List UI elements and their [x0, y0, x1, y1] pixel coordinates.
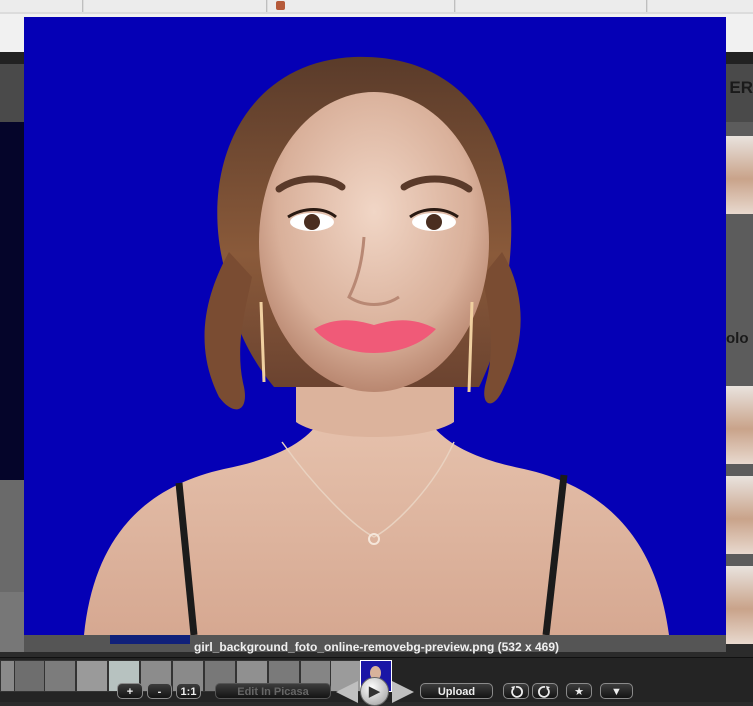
navigation-arrows: ▶ [336, 676, 414, 706]
page-thumbnail[interactable] [726, 386, 753, 464]
page-left-lower-panel [0, 480, 24, 592]
page-thumbnail[interactable] [726, 566, 753, 644]
tab-favicon-icon [276, 1, 285, 10]
rotate-right-icon [538, 686, 550, 698]
rotate-left-icon [511, 686, 523, 698]
page-header-text: ER [729, 78, 753, 97]
browser-tab[interactable] [456, 0, 647, 12]
browser-tab[interactable] [84, 0, 267, 12]
zoom-out-button[interactable]: - [147, 683, 172, 699]
star-button[interactable]: ★ [566, 683, 592, 699]
lightbox-image[interactable] [24, 17, 726, 635]
edit-in-picasa-button[interactable]: Edit In Picasa [215, 683, 331, 699]
play-icon: ▶ [368, 683, 381, 700]
previous-image-arrow-icon[interactable] [336, 681, 358, 703]
browser-tab[interactable] [268, 0, 455, 12]
page-thumbnail[interactable] [726, 136, 753, 214]
browser-tab[interactable] [0, 0, 83, 12]
page-thumbnail[interactable] [726, 476, 753, 554]
play-slideshow-button[interactable]: ▶ [360, 677, 389, 706]
next-image-arrow-icon[interactable] [392, 681, 414, 703]
actual-size-button[interactable]: 1:1 [176, 683, 201, 699]
upload-button[interactable]: Upload [420, 683, 493, 699]
browser-tab-strip [0, 0, 753, 14]
browser-tab[interactable] [648, 0, 753, 12]
image-filename-caption: girl_background_foto_online-removebg-pre… [194, 640, 559, 654]
chevron-down-icon: ▼ [611, 686, 622, 698]
rotate-right-button[interactable] [532, 683, 558, 699]
more-options-button[interactable]: ▼ [600, 683, 633, 699]
zoom-in-button[interactable]: + [117, 683, 143, 699]
star-icon: ★ [574, 686, 584, 698]
portrait-photo [24, 17, 726, 635]
page-right-label: olo [726, 330, 749, 347]
rotate-left-button[interactable] [503, 683, 529, 699]
